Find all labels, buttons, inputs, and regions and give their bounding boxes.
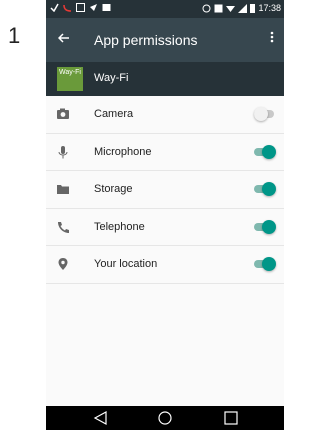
nav-home-icon[interactable]: [156, 410, 174, 426]
permission-row-storage[interactable]: Storage: [46, 171, 284, 209]
status-time: 17:38: [258, 3, 281, 13]
permission-label: Microphone: [94, 145, 152, 158]
page-title: App permissions: [94, 32, 198, 48]
app-bar: App permissions: [46, 18, 284, 62]
phone-icon: [56, 220, 70, 234]
permission-label: Your location: [94, 258, 158, 270]
permission-row-microphone[interactable]: Microphone: [46, 134, 284, 171]
app-logo: Way-Fi: [57, 67, 83, 91]
microphone-toggle[interactable]: [254, 144, 276, 159]
app-name: Way-Fi: [94, 72, 129, 84]
nav-recents-icon[interactable]: [222, 410, 240, 426]
location-arrow-icon: [89, 3, 98, 12]
navigation-bar: [46, 406, 284, 430]
telephone-toggle[interactable]: [254, 219, 276, 234]
step-number: 1: [8, 23, 21, 48]
permission-label: Storage: [94, 183, 133, 195]
status-bar: 17:38: [46, 0, 284, 18]
nav-back-icon[interactable]: [92, 410, 110, 426]
permission-label: Camera: [94, 108, 134, 120]
alarm-icon: [202, 4, 211, 13]
camera-toggle[interactable]: [254, 107, 276, 121]
microphone-icon: [56, 145, 70, 159]
app-info-header: Way-Fi Way-Fi: [46, 62, 284, 96]
battery-icon: [250, 3, 256, 13]
notification-icon: [50, 3, 59, 13]
permission-label: Telephone: [94, 220, 145, 233]
signal-icon: [238, 3, 248, 13]
wifi-icon: [226, 4, 236, 13]
location-pin-icon: [56, 257, 70, 271]
missed-call-icon: [63, 3, 72, 12]
camera-icon: [56, 107, 70, 121]
gallery-icon: [76, 3, 85, 12]
location-toggle[interactable]: [254, 257, 276, 271]
permission-row-telephone[interactable]: Telephone: [46, 209, 284, 246]
nfc-icon: [214, 4, 223, 13]
permission-row-location[interactable]: Your location: [46, 246, 284, 284]
permission-list: Camera Microphone Storage Telephone Your…: [46, 96, 284, 284]
more-vert-icon[interactable]: [270, 30, 274, 46]
phone-screen: 17:38 App permissions Way-Fi Way-Fi Came…: [46, 0, 284, 430]
image-icon: [102, 3, 111, 12]
folder-icon: [56, 182, 70, 196]
storage-toggle[interactable]: [254, 182, 276, 196]
back-arrow-icon[interactable]: [57, 31, 70, 48]
permission-row-camera[interactable]: Camera: [46, 96, 284, 134]
